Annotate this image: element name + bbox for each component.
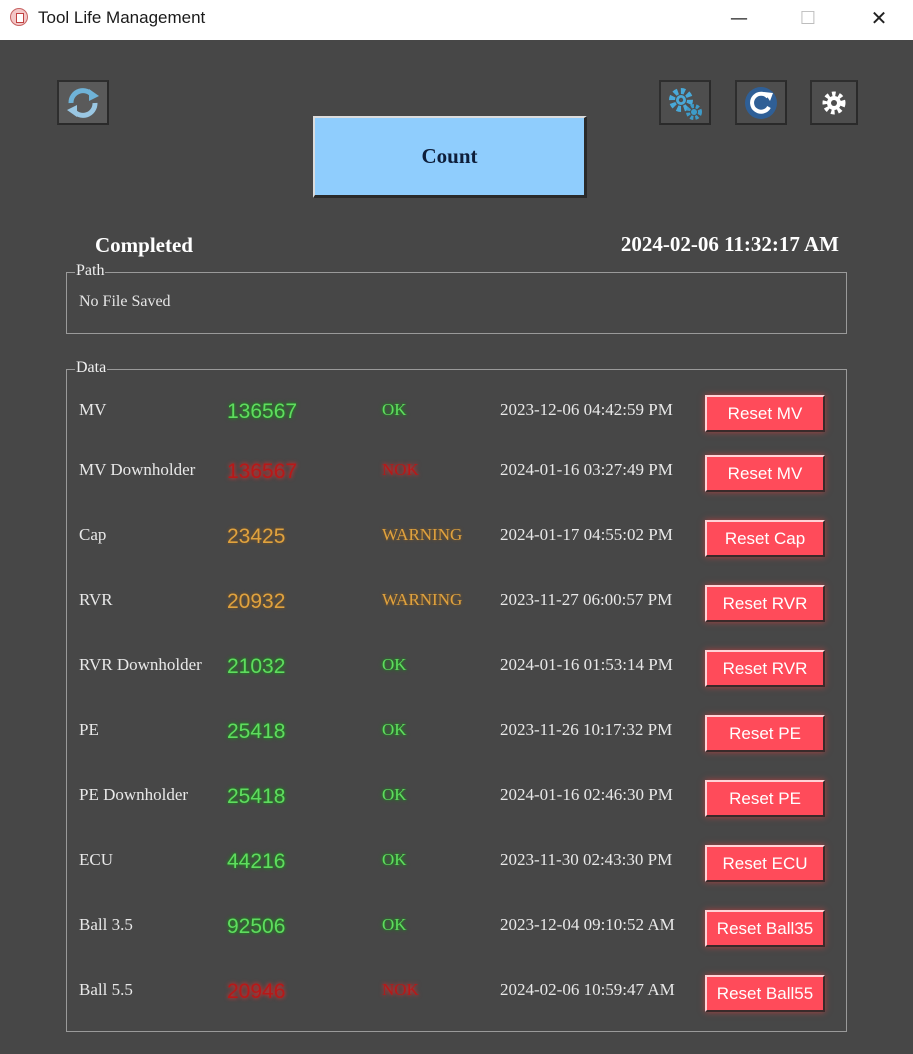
data-row-ecu: ECU 44216 OK 2023-11-30 02:43:30 PM Rese…: [67, 845, 848, 895]
reset-rvr-button[interactable]: Reset RVR: [705, 585, 825, 622]
tool-settings-button[interactable]: [659, 80, 711, 125]
reset-pe-downholder-button[interactable]: Reset PE: [705, 780, 825, 817]
data-row-ball-3-5: Ball 3.5 92506 OK 2023-12-04 09:10:52 AM…: [67, 910, 848, 960]
reset-mv-button[interactable]: Reset MV: [705, 395, 825, 432]
sync-arrows-icon: [67, 87, 99, 118]
tool-last-reset: 2023-12-04 09:10:52 AM: [500, 915, 675, 934]
settings-button[interactable]: [810, 80, 858, 125]
main-panel: Count Completed 2024-02-06 11:32:17 AM P…: [0, 40, 913, 1054]
data-row-cap: Cap 23425 WARNING 2024-01-17 04:55:02 PM…: [67, 520, 848, 570]
tool-name: ECU: [79, 850, 113, 869]
data-row-pe-downholder: PE Downholder 25418 OK 2024-01-16 02:46:…: [67, 780, 848, 830]
app-icon: [10, 8, 28, 26]
tool-name: Ball 3.5: [79, 915, 133, 934]
current-datetime: 2024-02-06 11:32:17 AM: [620, 232, 839, 256]
data-row-mv-downholder: MV Downholder 136567 NOK 2024-01-16 03:2…: [67, 455, 848, 505]
tool-last-reset: 2023-11-26 10:17:32 PM: [500, 720, 673, 739]
data-row-rvr: RVR 20932 WARNING 2023-11-27 06:00:57 PM…: [67, 585, 848, 635]
count-button[interactable]: Count: [313, 116, 587, 198]
gear-icon: [822, 91, 846, 114]
reset-ball35-button[interactable]: Reset Ball35: [705, 910, 825, 947]
data-row-mv: MV 136567 OK 2023-12-06 04:42:59 PM Rese…: [67, 395, 848, 445]
tool-last-reset: 2023-12-06 04:42:59 PM: [500, 400, 673, 419]
tool-count: 25418: [227, 785, 286, 808]
tool-last-reset: 2023-11-30 02:43:30 PM: [500, 850, 673, 869]
tool-count: 21032: [227, 655, 286, 678]
tool-last-reset: 2024-01-16 02:46:30 PM: [500, 785, 673, 804]
tool-state: OK: [382, 720, 407, 739]
reset-ball55-button[interactable]: Reset Ball55: [705, 975, 825, 1012]
tool-last-reset: 2024-01-16 01:53:14 PM: [500, 655, 673, 674]
data-group: Data MV 136567 OK 2023-12-06 04:42:59 PM…: [66, 359, 848, 1032]
tool-state: OK: [382, 915, 407, 934]
refresh-button[interactable]: [735, 80, 787, 125]
tool-count: 44216: [227, 850, 286, 873]
gears-icon: [669, 87, 702, 120]
minimize-button[interactable]: —: [716, 0, 762, 36]
path-legend: Path: [75, 262, 106, 280]
maximize-button[interactable]: ☐: [785, 0, 831, 36]
tool-last-reset: 2024-01-16 03:27:49 PM: [500, 460, 673, 479]
tool-count: 136567: [227, 460, 298, 483]
tool-name: RVR Downholder: [79, 655, 202, 674]
tool-state: WARNING: [382, 525, 463, 544]
window-title: Tool Life Management: [38, 8, 206, 27]
reset-pe-button[interactable]: Reset PE: [705, 715, 825, 752]
tool-name: PE Downholder: [79, 785, 189, 804]
tool-name: MV Downholder: [79, 460, 196, 479]
refresh-icon: [745, 86, 777, 119]
tool-count: 23425: [227, 525, 286, 548]
tool-state: NOK: [382, 460, 419, 479]
tool-name: PE: [79, 720, 99, 739]
tool-name: Ball 5.5: [79, 980, 133, 999]
close-button[interactable]: ✕: [856, 0, 902, 36]
tool-count: 136567: [227, 400, 298, 423]
tool-count: 20946: [227, 980, 286, 1003]
data-row-ball-5-5: Ball 5.5 20946 NOK 2024-02-06 10:59:47 A…: [67, 975, 848, 1025]
tool-state: NOK: [382, 980, 419, 999]
tool-last-reset: 2024-01-17 04:55:02 PM: [500, 525, 673, 544]
reset-ecu-button[interactable]: Reset ECU: [705, 845, 825, 882]
path-value: No File Saved: [79, 293, 171, 310]
tool-state: OK: [382, 850, 407, 869]
tool-name: RVR: [79, 590, 113, 609]
tool-name: Cap: [79, 525, 107, 544]
data-legend: Data: [75, 359, 108, 377]
tool-state: OK: [382, 400, 407, 419]
tool-state: OK: [382, 655, 407, 674]
sync-button[interactable]: [57, 80, 109, 125]
tool-name: MV: [79, 400, 107, 419]
tool-count: 25418: [227, 720, 286, 743]
reset-rvr-downholder-button[interactable]: Reset RVR: [705, 650, 825, 687]
tool-last-reset: 2024-02-06 10:59:47 AM: [500, 980, 675, 999]
title-bar: Tool Life Management — ☐ ✕: [0, 0, 913, 40]
reset-mv-downholder-button[interactable]: Reset MV: [705, 455, 825, 492]
data-row-rvr-downholder: RVR Downholder 21032 OK 2024-01-16 01:53…: [67, 650, 848, 700]
data-row-pe: PE 25418 OK 2023-11-26 10:17:32 PM Reset…: [67, 715, 848, 765]
status-text: Completed: [95, 233, 193, 257]
reset-cap-button[interactable]: Reset Cap: [705, 520, 825, 557]
tool-state: WARNING: [382, 590, 463, 609]
tool-state: OK: [382, 785, 407, 804]
tool-count: 20932: [227, 590, 286, 613]
tool-count: 92506: [227, 915, 286, 938]
tool-last-reset: 2023-11-27 06:00:57 PM: [500, 590, 673, 609]
path-group: Path No File Saved: [66, 262, 847, 334]
